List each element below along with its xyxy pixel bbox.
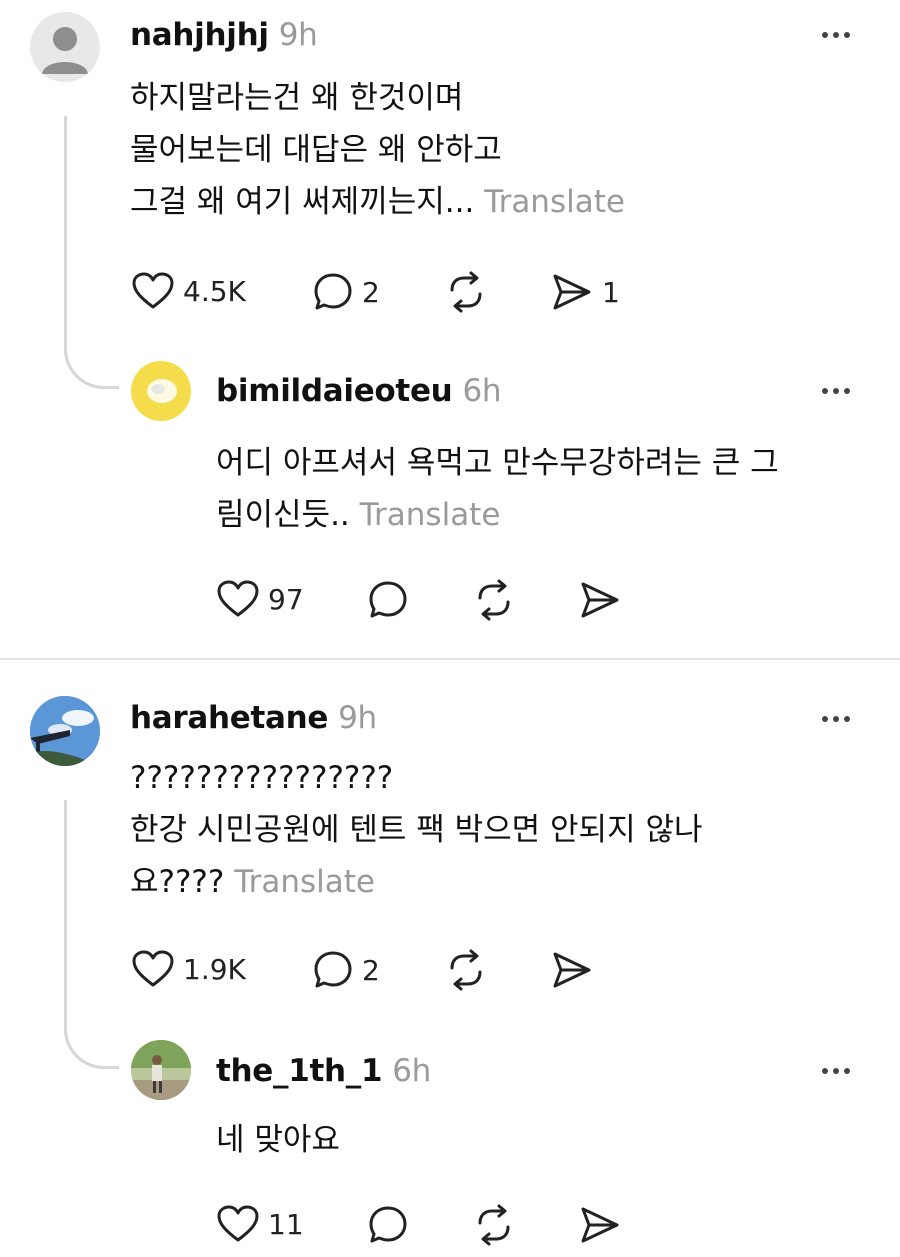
like-count: 11 — [268, 1207, 304, 1241]
avatar-bimildaieoteu[interactable] — [131, 361, 191, 421]
avatar-image-icon — [30, 696, 100, 766]
username[interactable]: harahetane — [130, 700, 328, 736]
repost-icon — [450, 271, 482, 313]
avatar-image-icon — [131, 1040, 191, 1100]
repost-button[interactable] — [472, 579, 516, 621]
thread-line — [64, 800, 67, 1028]
comment-button[interactable] — [367, 579, 409, 621]
share-button[interactable] — [578, 579, 622, 621]
repost-button[interactable] — [444, 949, 488, 991]
more-options-button[interactable] — [822, 1068, 850, 1074]
avatar-image-icon — [147, 379, 177, 403]
reply-count: 2 — [362, 953, 380, 987]
reply-line: 네 맞아요 — [216, 1122, 340, 1158]
timestamp: 9h — [338, 700, 377, 736]
reply-count: 2 — [362, 275, 380, 309]
like-button[interactable]: 4.5K — [131, 271, 246, 311]
translate-link[interactable]: Translate — [234, 864, 375, 900]
reply-line: 어디 아프셔서 욕먹고 만수무강하려는 큰 그 — [216, 445, 779, 481]
share-count: 1 — [602, 275, 620, 309]
more-dots-icon — [822, 1068, 828, 1074]
comment-divider — [0, 658, 900, 660]
comment-text: ???????????????? 한강 시민공원에 텐트 팩 박으면 안되지 않… — [130, 752, 702, 908]
avatar-default[interactable] — [30, 12, 100, 82]
heart-icon — [132, 272, 174, 309]
comment-line: 한강 시민공원에 텐트 팩 박으면 안되지 않나 — [130, 812, 703, 848]
like-button[interactable]: 1.9K — [131, 949, 246, 989]
default-avatar-icon — [42, 27, 88, 74]
thread-connector — [64, 330, 119, 389]
timestamp: 6h — [392, 1053, 432, 1089]
comment-text: 하지말라는건 왜 한것이며 물어보는데 대답은 왜 안하고 그걸 왜 여기 써제… — [130, 72, 625, 228]
reply-header: bimildaieoteu 6h — [216, 373, 502, 409]
more-dots-icon — [822, 716, 828, 722]
heart-icon — [217, 580, 259, 617]
share-button[interactable] — [550, 949, 594, 991]
like-count: 97 — [268, 582, 304, 616]
send-icon — [553, 274, 591, 310]
repost-icon — [450, 949, 482, 991]
share-button[interactable]: 1 — [550, 271, 620, 313]
comment-line: 그걸 왜 여기 써제끼는지... — [130, 184, 475, 220]
repost-button[interactable] — [444, 271, 488, 313]
like-button[interactable]: 97 — [216, 579, 304, 619]
username[interactable]: the_1th_1 — [216, 1053, 383, 1089]
repost-icon — [478, 579, 510, 621]
thread-connector — [64, 1010, 119, 1069]
timestamp: 9h — [278, 17, 318, 53]
avatar-the_1th_1[interactable] — [131, 1040, 191, 1100]
repost-icon — [478, 1204, 510, 1246]
heart-icon — [217, 1205, 259, 1242]
comment-header: harahetane 9h — [130, 700, 377, 736]
reply-line: 림이신듯.. — [216, 497, 350, 533]
comment-button[interactable]: 2 — [312, 271, 380, 313]
like-button[interactable]: 11 — [216, 1204, 304, 1244]
translate-link[interactable]: Translate — [360, 497, 501, 533]
more-dots-icon — [822, 388, 828, 394]
more-options-button[interactable] — [822, 388, 850, 394]
like-count: 4.5K — [183, 274, 246, 308]
comment-bubble-icon — [369, 581, 407, 618]
comment-line: 물어보는데 대답은 왜 안하고 — [130, 132, 502, 168]
comment-button[interactable]: 2 — [312, 949, 380, 991]
comment-header: nahjhjhj 9h — [130, 17, 318, 53]
comment-line: ???????????????? — [130, 760, 394, 796]
avatar-harahetane[interactable] — [30, 696, 100, 766]
more-options-button[interactable] — [822, 716, 850, 722]
share-button[interactable] — [578, 1204, 622, 1246]
comment-line: 하지말라는건 왜 한것이며 — [130, 80, 464, 116]
thread-line — [64, 116, 67, 348]
comment-button[interactable] — [367, 1204, 409, 1246]
send-icon — [553, 952, 591, 988]
repost-button[interactable] — [472, 1204, 516, 1246]
send-icon — [581, 1207, 619, 1243]
comment-bubble-icon — [314, 273, 352, 310]
comment-bubble-icon — [314, 951, 352, 988]
more-dots-icon — [822, 32, 828, 38]
reply-text: 어디 아프셔서 욕먹고 만수무강하려는 큰 그 림이신듯.. Translate — [216, 437, 779, 541]
username[interactable]: nahjhjhj — [130, 17, 269, 53]
comment-bubble-icon — [369, 1206, 407, 1243]
reply-text: 네 맞아요 — [216, 1114, 340, 1166]
username[interactable]: bimildaieoteu — [216, 373, 453, 409]
reply-header: the_1th_1 6h — [216, 1053, 431, 1089]
heart-icon — [132, 950, 174, 987]
send-icon — [581, 582, 619, 618]
like-count: 1.9K — [183, 952, 246, 986]
more-options-button[interactable] — [822, 32, 850, 38]
translate-link[interactable]: Translate — [484, 184, 625, 220]
timestamp: 6h — [462, 373, 502, 409]
comment-line: 요???? — [130, 864, 225, 900]
